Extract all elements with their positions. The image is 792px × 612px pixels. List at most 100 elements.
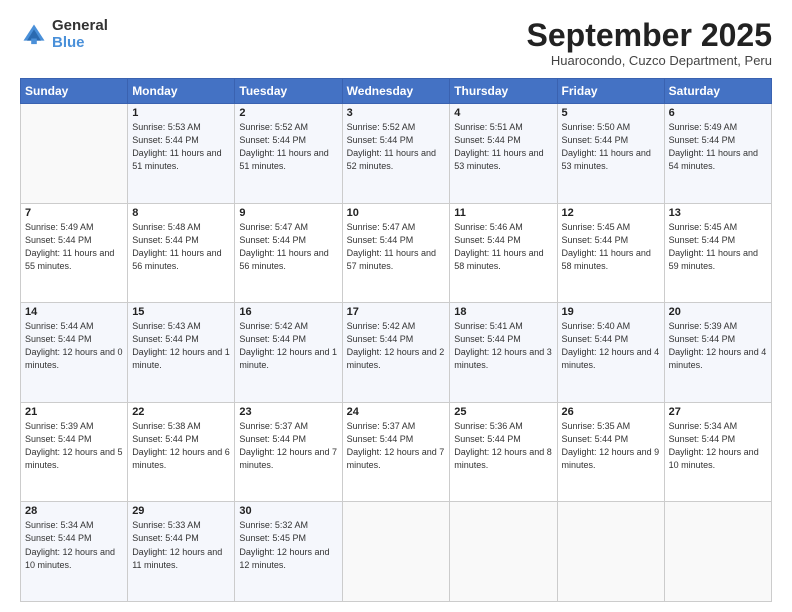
logo-icon bbox=[20, 21, 48, 49]
calendar-cell: 20 Sunrise: 5:39 AMSunset: 5:44 PMDayligh… bbox=[664, 303, 771, 403]
calendar-cell: 13 Sunrise: 5:45 AMSunset: 5:44 PMDayligh… bbox=[664, 203, 771, 303]
calendar-header-row: SundayMondayTuesdayWednesdayThursdayFrid… bbox=[21, 79, 772, 104]
day-number: 7 bbox=[25, 207, 123, 219]
day-detail: Sunrise: 5:42 AMSunset: 5:44 PMDaylight:… bbox=[347, 320, 446, 372]
day-detail: Sunrise: 5:33 AMSunset: 5:44 PMDaylight:… bbox=[132, 519, 230, 571]
logo-blue-text: Blue bbox=[52, 35, 108, 52]
day-detail: Sunrise: 5:39 AMSunset: 5:44 PMDaylight:… bbox=[669, 320, 767, 372]
day-number: 26 bbox=[562, 406, 660, 418]
day-detail: Sunrise: 5:50 AMSunset: 5:44 PMDaylight:… bbox=[562, 121, 660, 173]
calendar-cell: 16Sunrise: 5:42 AMSunset: 5:44 PMDayligh… bbox=[235, 303, 342, 403]
day-number: 29 bbox=[132, 505, 230, 517]
calendar-cell: 27Sunrise: 5:34 AMSunset: 5:44 PMDayligh… bbox=[664, 402, 771, 502]
calendar-cell: 17 Sunrise: 5:42 AMSunset: 5:44 PMDayligh… bbox=[342, 303, 450, 403]
calendar-cell: 3 Sunrise: 5:52 AMSunset: 5:44 PMDaylight… bbox=[342, 104, 450, 204]
location-subtitle: Huarocondo, Cuzco Department, Peru bbox=[527, 53, 772, 68]
calendar-cell: 14 Sunrise: 5:44 AMSunset: 5:44 PMDayligh… bbox=[21, 303, 128, 403]
day-detail: Sunrise: 5:34 AMSunset: 5:44 PMDaylight:… bbox=[25, 519, 123, 571]
calendar-cell: 30 Sunrise: 5:32 AMSunset: 5:45 PMDayligh… bbox=[235, 502, 342, 602]
logo-general-text: General bbox=[52, 18, 108, 35]
day-number: 20 bbox=[669, 306, 767, 318]
page: General Blue September 2025 Huarocondo, … bbox=[0, 0, 792, 612]
calendar-cell: 8 Sunrise: 5:48 AMSunset: 5:44 PMDaylight… bbox=[128, 203, 235, 303]
calendar-cell: 12Sunrise: 5:45 AMSunset: 5:44 PMDayligh… bbox=[557, 203, 664, 303]
calendar-cell bbox=[21, 104, 128, 204]
day-number: 4 bbox=[454, 107, 552, 119]
calendar-cell: 24Sunrise: 5:37 AMSunset: 5:44 PMDayligh… bbox=[342, 402, 450, 502]
calendar-header-monday: Monday bbox=[128, 79, 235, 104]
day-number: 24 bbox=[347, 406, 446, 418]
day-number: 16 bbox=[239, 306, 337, 318]
day-detail: Sunrise: 5:47 AMSunset: 5:44 PMDaylight:… bbox=[239, 221, 337, 273]
calendar-cell: 26 Sunrise: 5:35 AMSunset: 5:44 PMDayligh… bbox=[557, 402, 664, 502]
calendar-week-5: 28Sunrise: 5:34 AMSunset: 5:44 PMDayligh… bbox=[21, 502, 772, 602]
day-number: 19 bbox=[562, 306, 660, 318]
calendar-week-4: 21Sunrise: 5:39 AMSunset: 5:44 PMDayligh… bbox=[21, 402, 772, 502]
day-detail: Sunrise: 5:53 AMSunset: 5:44 PMDaylight:… bbox=[132, 121, 230, 173]
day-number: 8 bbox=[132, 207, 230, 219]
calendar-cell: 25 Sunrise: 5:36 AMSunset: 5:44 PMDayligh… bbox=[450, 402, 557, 502]
day-detail: Sunrise: 5:35 AMSunset: 5:44 PMDaylight:… bbox=[562, 420, 660, 472]
calendar-table: SundayMondayTuesdayWednesdayThursdayFrid… bbox=[20, 78, 772, 602]
day-detail: Sunrise: 5:51 AMSunset: 5:44 PMDaylight:… bbox=[454, 121, 552, 173]
calendar-cell: 4 Sunrise: 5:51 AMSunset: 5:44 PMDaylight… bbox=[450, 104, 557, 204]
calendar-cell: 28Sunrise: 5:34 AMSunset: 5:44 PMDayligh… bbox=[21, 502, 128, 602]
calendar-cell bbox=[557, 502, 664, 602]
header: General Blue September 2025 Huarocondo, … bbox=[20, 18, 772, 68]
calendar-week-3: 14 Sunrise: 5:44 AMSunset: 5:44 PMDayligh… bbox=[21, 303, 772, 403]
calendar-cell: 7 Sunrise: 5:49 AMSunset: 5:44 PMDaylight… bbox=[21, 203, 128, 303]
day-detail: Sunrise: 5:48 AMSunset: 5:44 PMDaylight:… bbox=[132, 221, 230, 273]
calendar-header-sunday: Sunday bbox=[21, 79, 128, 104]
day-number: 14 bbox=[25, 306, 123, 318]
day-number: 13 bbox=[669, 207, 767, 219]
day-detail: Sunrise: 5:36 AMSunset: 5:44 PMDaylight:… bbox=[454, 420, 552, 472]
calendar-cell: 23Sunrise: 5:37 AMSunset: 5:44 PMDayligh… bbox=[235, 402, 342, 502]
calendar-cell bbox=[342, 502, 450, 602]
day-number: 23 bbox=[239, 406, 337, 418]
day-number: 15 bbox=[132, 306, 230, 318]
calendar-header-friday: Friday bbox=[557, 79, 664, 104]
day-number: 22 bbox=[132, 406, 230, 418]
calendar-header-thursday: Thursday bbox=[450, 79, 557, 104]
calendar-cell: 15 Sunrise: 5:43 AMSunset: 5:44 PMDayligh… bbox=[128, 303, 235, 403]
day-detail: Sunrise: 5:49 AMSunset: 5:44 PMDaylight:… bbox=[25, 221, 123, 273]
day-number: 10 bbox=[347, 207, 446, 219]
day-detail: Sunrise: 5:43 AMSunset: 5:44 PMDaylight:… bbox=[132, 320, 230, 372]
day-detail: Sunrise: 5:47 AMSunset: 5:44 PMDaylight:… bbox=[347, 221, 446, 273]
calendar-cell bbox=[664, 502, 771, 602]
day-detail: Sunrise: 5:44 AMSunset: 5:44 PMDaylight:… bbox=[25, 320, 123, 372]
day-number: 1 bbox=[132, 107, 230, 119]
calendar-cell bbox=[450, 502, 557, 602]
day-number: 9 bbox=[239, 207, 337, 219]
day-number: 6 bbox=[669, 107, 767, 119]
day-number: 30 bbox=[239, 505, 337, 517]
calendar-cell: 9 Sunrise: 5:47 AMSunset: 5:44 PMDaylight… bbox=[235, 203, 342, 303]
day-detail: Sunrise: 5:38 AMSunset: 5:44 PMDaylight:… bbox=[132, 420, 230, 472]
day-number: 17 bbox=[347, 306, 446, 318]
calendar-cell: 18Sunrise: 5:41 AMSunset: 5:44 PMDayligh… bbox=[450, 303, 557, 403]
calendar-cell: 11Sunrise: 5:46 AMSunset: 5:44 PMDayligh… bbox=[450, 203, 557, 303]
day-detail: Sunrise: 5:39 AMSunset: 5:44 PMDaylight:… bbox=[25, 420, 123, 472]
day-number: 11 bbox=[454, 207, 552, 219]
calendar-cell: 19 Sunrise: 5:40 AMSunset: 5:44 PMDayligh… bbox=[557, 303, 664, 403]
title-block: September 2025 Huarocondo, Cuzco Departm… bbox=[527, 18, 772, 68]
day-detail: Sunrise: 5:45 AMSunset: 5:44 PMDaylight:… bbox=[669, 221, 767, 273]
calendar-cell: 5Sunrise: 5:50 AMSunset: 5:44 PMDaylight… bbox=[557, 104, 664, 204]
calendar-cell: 10 Sunrise: 5:47 AMSunset: 5:44 PMDayligh… bbox=[342, 203, 450, 303]
day-number: 2 bbox=[239, 107, 337, 119]
calendar-header-tuesday: Tuesday bbox=[235, 79, 342, 104]
calendar-cell: 1 Sunrise: 5:53 AMSunset: 5:44 PMDaylight… bbox=[128, 104, 235, 204]
logo: General Blue bbox=[20, 18, 108, 51]
calendar-cell: 29 Sunrise: 5:33 AMSunset: 5:44 PMDayligh… bbox=[128, 502, 235, 602]
day-number: 25 bbox=[454, 406, 552, 418]
day-detail: Sunrise: 5:49 AMSunset: 5:44 PMDaylight:… bbox=[669, 121, 767, 173]
calendar-cell: 21Sunrise: 5:39 AMSunset: 5:44 PMDayligh… bbox=[21, 402, 128, 502]
calendar-cell: 6 Sunrise: 5:49 AMSunset: 5:44 PMDaylight… bbox=[664, 104, 771, 204]
day-number: 12 bbox=[562, 207, 660, 219]
day-detail: Sunrise: 5:52 AMSunset: 5:44 PMDaylight:… bbox=[347, 121, 446, 173]
day-detail: Sunrise: 5:32 AMSunset: 5:45 PMDaylight:… bbox=[239, 519, 337, 571]
day-detail: Sunrise: 5:40 AMSunset: 5:44 PMDaylight:… bbox=[562, 320, 660, 372]
day-detail: Sunrise: 5:34 AMSunset: 5:44 PMDaylight:… bbox=[669, 420, 767, 472]
day-number: 18 bbox=[454, 306, 552, 318]
day-number: 3 bbox=[347, 107, 446, 119]
